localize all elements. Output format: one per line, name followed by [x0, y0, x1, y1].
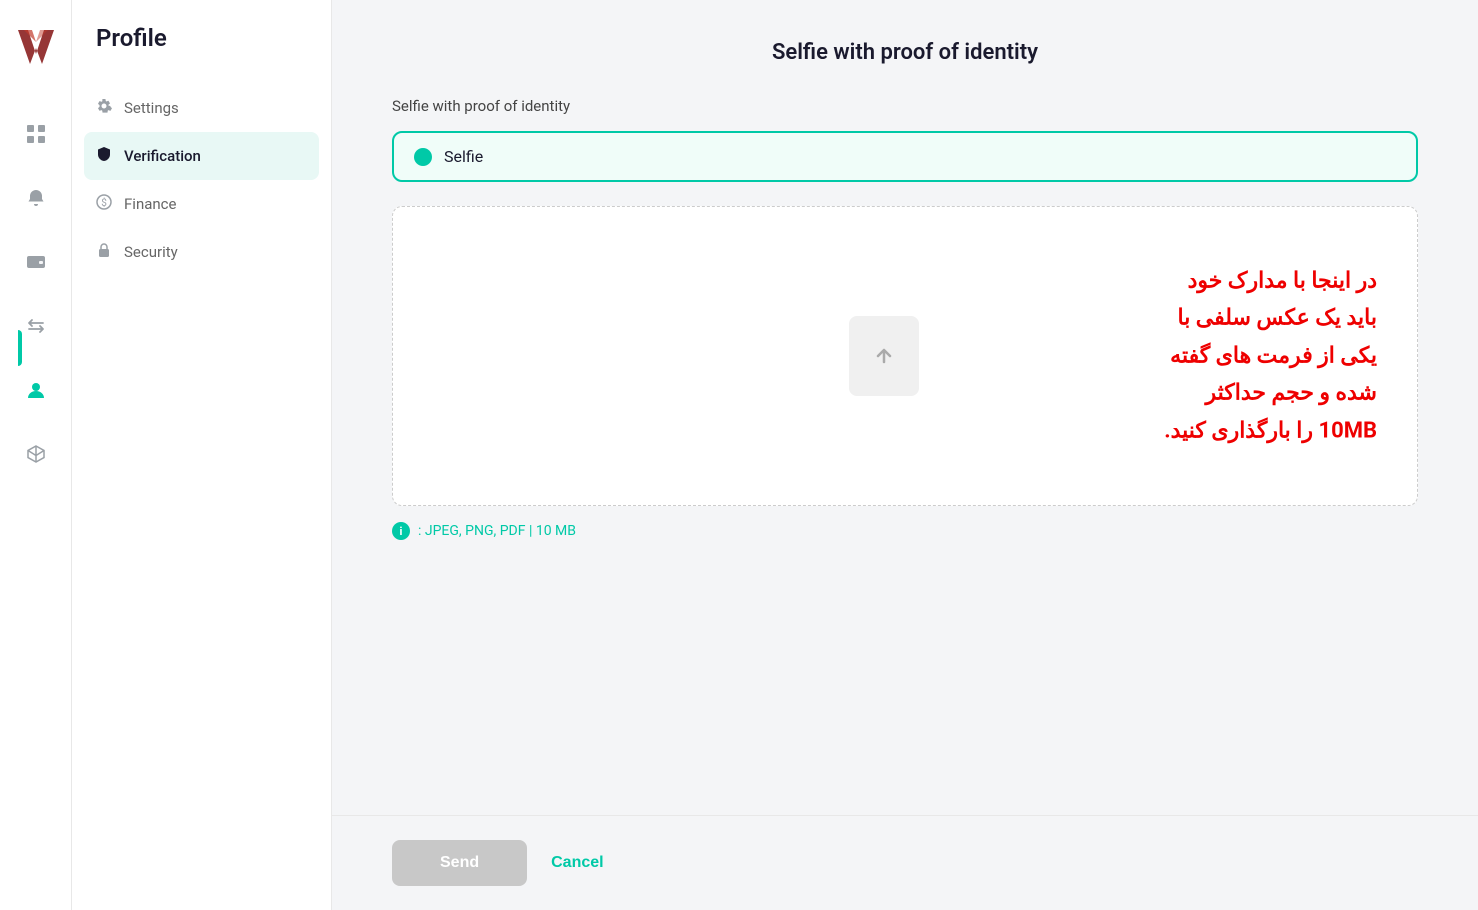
sidebar-item-finance[interactable]: $ Finance [72, 180, 331, 228]
page-title: Selfie with proof of identity [392, 40, 1418, 65]
rail-wallet-icon[interactable] [18, 244, 54, 280]
option-selected-dot [414, 148, 432, 166]
rail-grid-icon[interactable] [18, 116, 54, 152]
section-label: Selfie with proof of identity [392, 97, 1418, 115]
rail-transfer-icon[interactable] [18, 308, 54, 344]
rail-cube-icon[interactable] [18, 436, 54, 472]
sidebar-item-security[interactable]: Security [72, 228, 331, 276]
cancel-button[interactable]: Cancel [551, 854, 603, 872]
shield-icon [96, 146, 112, 166]
rail-user-icon[interactable] [18, 372, 54, 408]
content-area: Selfie with proof of identity Selfie wit… [332, 0, 1478, 815]
lock-icon [96, 242, 112, 262]
sidebar-item-finance-label: Finance [124, 195, 176, 213]
rail-bell-icon[interactable] [18, 180, 54, 216]
active-indicator [18, 330, 22, 366]
app-logo [14, 24, 58, 68]
sidebar: Profile Settings Verification $ Finance … [72, 0, 332, 910]
sidebar-item-verification-label: Verification [124, 147, 201, 165]
gear-icon [96, 98, 112, 118]
icon-rail [0, 0, 72, 910]
upload-area[interactable]: در اینجا با مدارک خود باید یک عکس سلفی ب… [392, 206, 1418, 506]
upload-icon-container [849, 316, 919, 396]
sidebar-item-settings[interactable]: Settings [72, 84, 331, 132]
send-button[interactable]: Send [392, 840, 527, 886]
file-formats-text: : JPEG, PNG, PDF | 10 MB [418, 523, 576, 539]
sidebar-item-settings-label: Settings [124, 99, 179, 117]
persian-instruction-text: در اینجا با مدارک خود باید یک عکس سلفی ب… [1164, 263, 1377, 450]
sidebar-title: Profile [72, 24, 331, 84]
upload-file-icon [849, 316, 919, 396]
info-icon: i [392, 522, 410, 540]
option-label: Selfie [444, 147, 483, 166]
main-content: Selfie with proof of identity Selfie wit… [332, 0, 1478, 910]
sidebar-item-verification[interactable]: Verification [84, 132, 319, 180]
selfie-option-card[interactable]: Selfie [392, 131, 1418, 182]
bottom-actions: Send Cancel [332, 815, 1478, 910]
svg-text:$: $ [101, 196, 107, 209]
file-info-bar: i : JPEG, PNG, PDF | 10 MB [392, 522, 1418, 540]
dollar-icon: $ [96, 194, 112, 214]
sidebar-item-security-label: Security [124, 243, 178, 261]
